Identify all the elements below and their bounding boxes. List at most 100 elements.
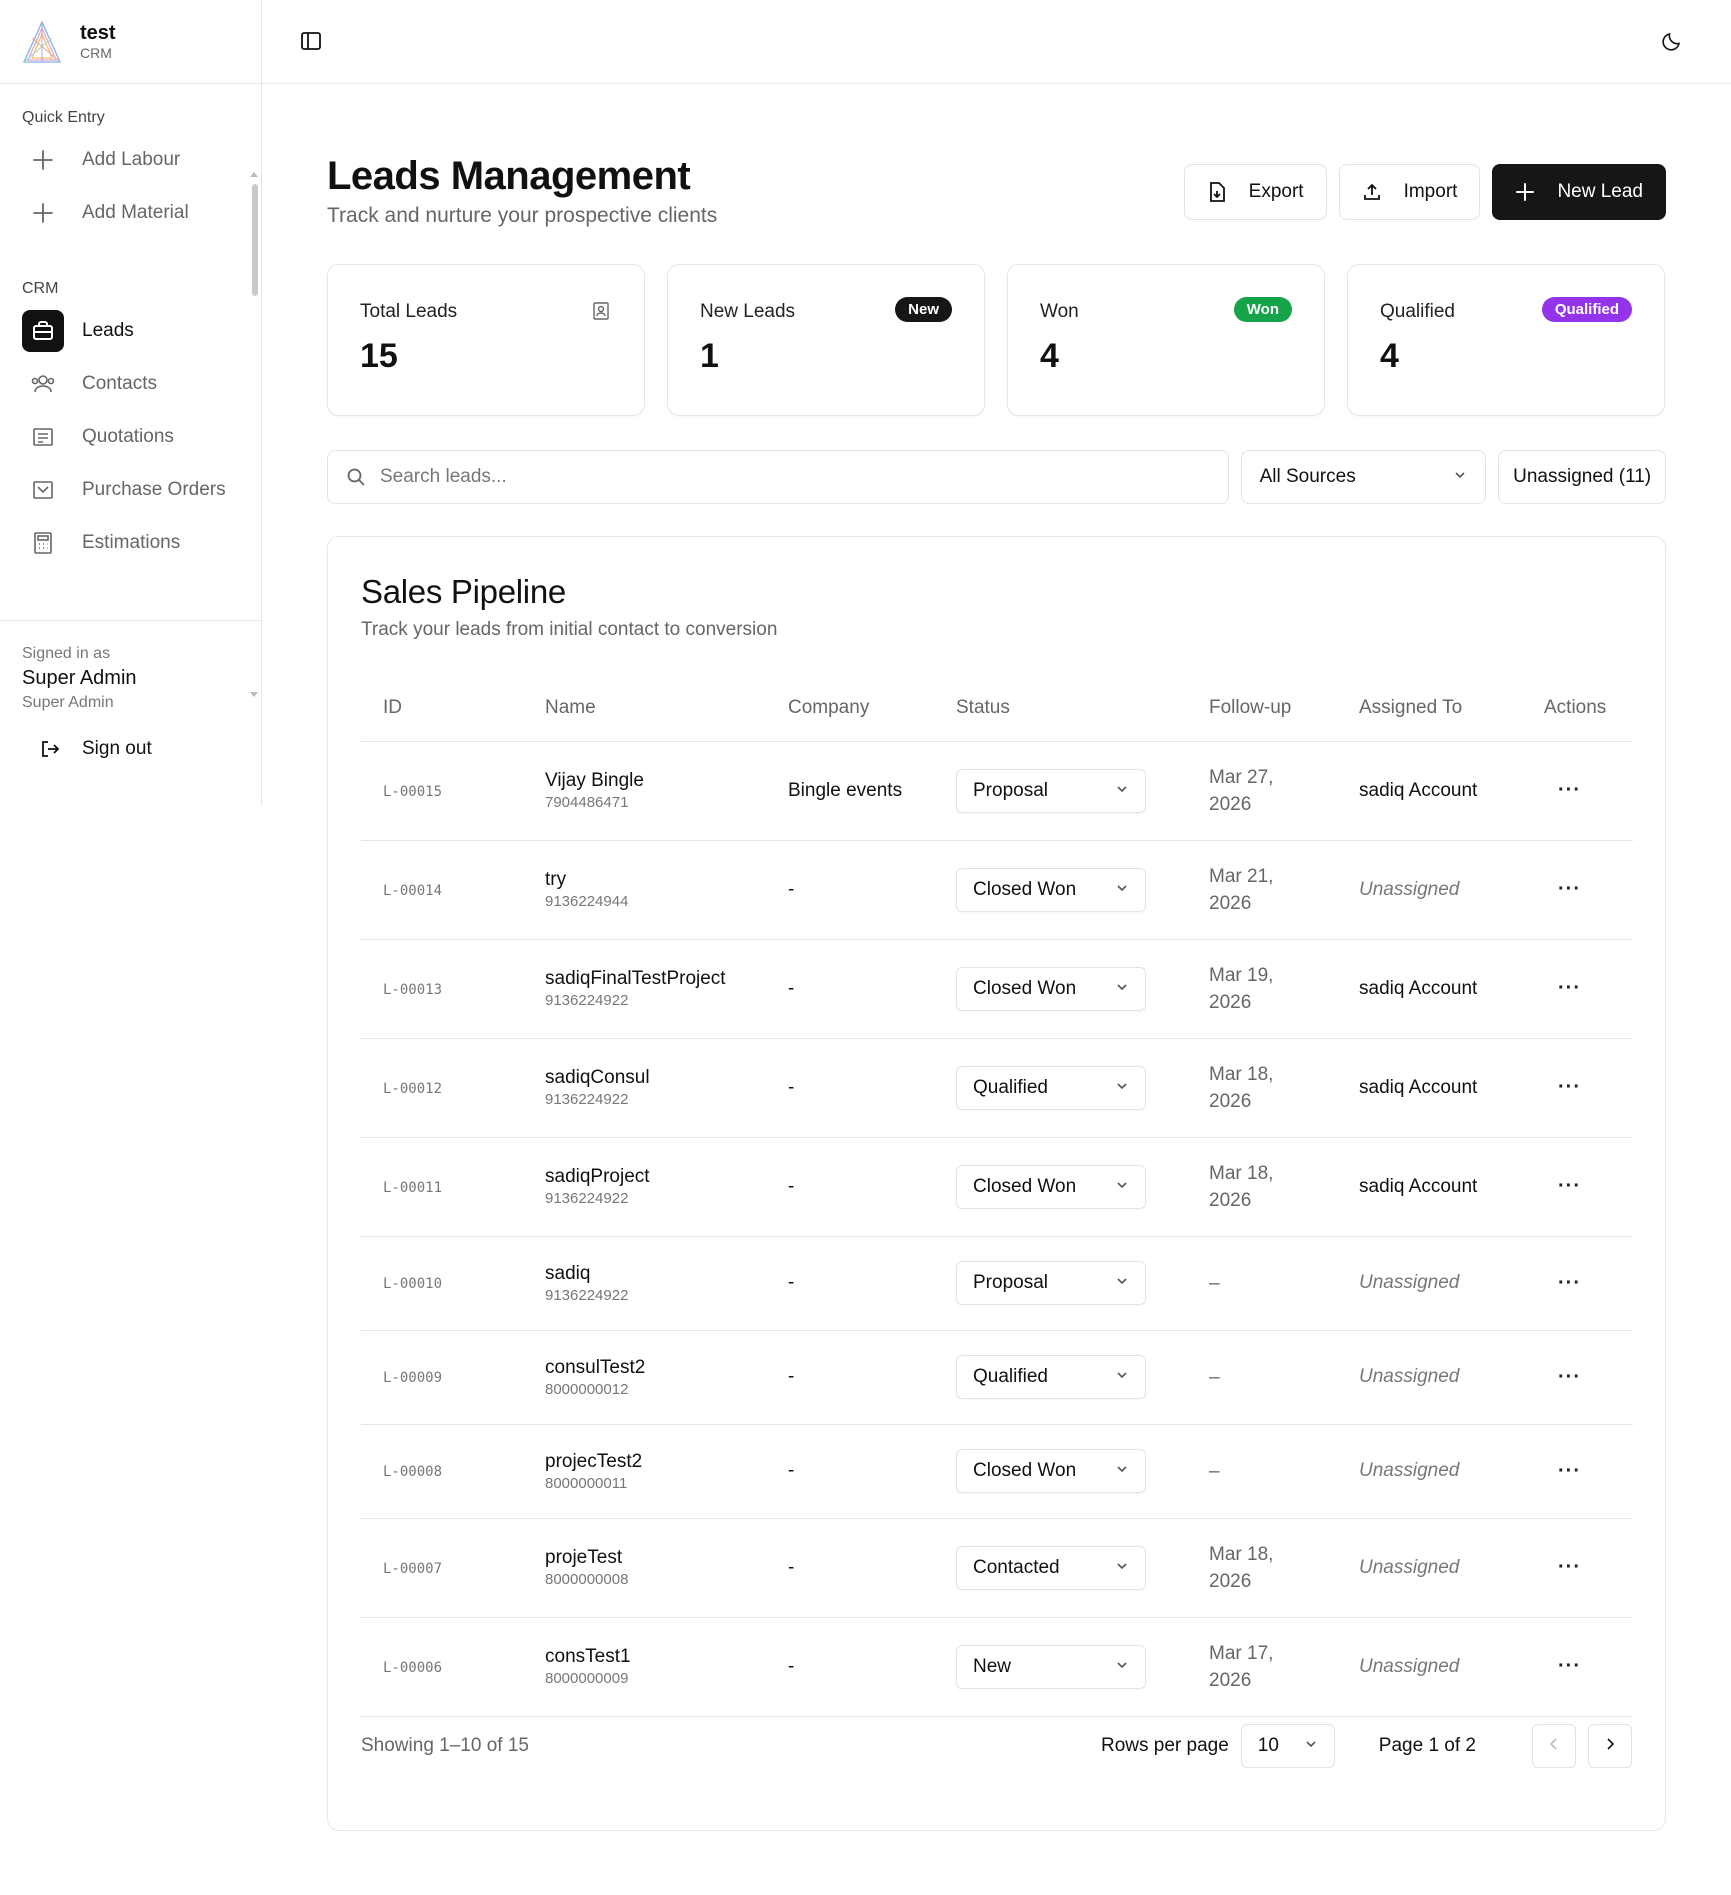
cell-assigned: sadiq Account [1337,741,1522,841]
previous-page-button[interactable] [1532,1724,1576,1768]
chevron-down-icon [1115,1272,1129,1294]
status-select[interactable]: Closed Won [956,1164,1146,1209]
next-page-button[interactable] [1588,1724,1632,1768]
status-badge: Qualified [1541,297,1632,322]
new-lead-button[interactable]: New Lead [1492,164,1666,220]
follow-up-date: Mar 18, 2026 [1209,1160,1337,1214]
status-select[interactable]: Closed Won [956,966,1146,1011]
more-actions-icon[interactable]: ··· [1544,1272,1581,1294]
source-select[interactable]: All Sources [1240,450,1487,504]
lead-name[interactable]: sadiqConsul [545,1067,766,1089]
lead-id: L-00006 [383,1659,443,1676]
column-header-follow-up[interactable]: Follow-up [1187,675,1337,742]
sidebar-item-leads[interactable]: Leads [22,308,246,354]
table-row[interactable]: L-00008 projecTest2 8000000011 - Closed Won –… [361,1424,1633,1519]
table-row[interactable]: L-00011 sadiqProject 9136224922 - Closed Won… [361,1137,1633,1237]
brand[interactable]: test CRM [0,0,261,84]
status-select[interactable]: Contacted [956,1545,1146,1590]
status-select[interactable]: Qualified [956,1065,1146,1110]
upload-icon [1362,182,1382,202]
follow-up-date: Mar 19, 2026 [1209,962,1337,1016]
column-header-id[interactable]: ID [361,675,523,742]
lead-phone: 9136224944 [545,893,629,910]
follow-up-line-2: 2026 [1209,793,1252,815]
status-badge: New [895,297,952,322]
sign-out-button[interactable]: Sign out [22,738,239,760]
table-row[interactable]: L-00009 consulTest2 8000000012 - Qualified – U… [361,1330,1633,1425]
sidebar-item-quotations[interactable]: Quotations [22,414,246,460]
table-row[interactable]: L-00013 sadiqFinalTestProject 9136224922 - C… [361,939,1633,1039]
rows-per-page-label: Rows per page [1101,1735,1229,1756]
unassigned-filter-button[interactable]: Unassigned (11) [1498,450,1666,504]
cell-assigned: Unassigned [1337,1330,1522,1425]
more-actions-icon[interactable]: ··· [1544,1366,1581,1388]
scroll-up-arrow[interactable] [250,172,258,177]
search-input[interactable] [380,466,1180,488]
sidebar-toggle-icon[interactable] [300,30,322,57]
chevron-left-icon [1547,1737,1561,1756]
brand-sub: CRM [80,44,112,61]
status-select[interactable]: New [956,1644,1146,1689]
lead-name[interactable]: sadiqProject [545,1166,766,1188]
more-actions-icon[interactable]: ··· [1544,1175,1581,1197]
more-actions-icon[interactable]: ··· [1544,779,1581,801]
more-actions-icon[interactable]: ··· [1544,1655,1581,1677]
lead-name[interactable]: sadiqFinalTestProject [545,968,766,990]
lead-name[interactable]: try [545,869,766,891]
table-row[interactable]: L-00007 projeTest 8000000008 - Contacted Mar … [361,1518,1633,1618]
cell-status: Closed Won [934,939,1187,1039]
status-value: Qualified [973,1366,1048,1387]
plus-icon [22,139,64,181]
column-header-company[interactable]: Company [766,675,934,742]
lead-name[interactable]: projeTest [545,1547,766,1569]
column-header-status[interactable]: Status [934,675,1187,742]
sidebar-item-add-labour[interactable]: Add Labour [22,137,246,183]
stat-value: 4 [1380,337,1399,375]
cell-assigned: sadiq Account [1337,939,1522,1039]
more-actions-icon[interactable]: ··· [1544,1556,1581,1578]
lead-company: - [788,1655,795,1677]
moon-icon[interactable] [1661,30,1683,57]
more-actions-icon[interactable]: ··· [1544,878,1581,900]
status-select[interactable]: Closed Won [956,1449,1146,1493]
sidebar-scrollbar[interactable] [252,184,258,296]
file-export-icon [1207,181,1227,203]
cell-status: Proposal [934,741,1187,841]
table-row[interactable]: L-00015 Vijay Bingle 7904486471 Bingle even… [361,741,1633,841]
sidebar-item-purchase-orders[interactable]: Purchase Orders [22,467,246,513]
status-select[interactable]: Qualified [956,1355,1146,1399]
filters-bar: All Sources Unassigned (11) [327,450,1666,504]
table-row[interactable]: L-00006 consTest1 8000000009 - New Mar 17, 202… [361,1617,1633,1717]
cell-id: L-00013 [361,939,523,1039]
lead-name[interactable]: consTest1 [545,1646,766,1668]
more-actions-icon[interactable]: ··· [1544,1076,1581,1098]
lead-id: L-00009 [383,1370,443,1386]
table-row[interactable]: L-00010 sadiq 9136224922 - Proposal – Unassign… [361,1236,1633,1331]
status-select[interactable]: Closed Won [956,867,1146,912]
sidebar-item-contacts[interactable]: Contacts [22,361,246,407]
column-header-name[interactable]: Name [523,675,766,742]
lead-id: L-00014 [383,882,443,899]
import-button[interactable]: Import [1338,164,1481,220]
sidebar-item-add-material[interactable]: Add Material [22,190,246,236]
status-select[interactable]: Proposal [956,1261,1146,1305]
search-box[interactable] [327,450,1229,504]
column-header-assigned-to[interactable]: Assigned To [1337,675,1522,742]
status-select[interactable]: Proposal [956,768,1146,813]
rows-per-page-select[interactable]: 10 [1240,1724,1335,1768]
cell-actions: ··· [1522,1617,1633,1717]
more-actions-icon[interactable]: ··· [1544,977,1581,999]
lead-name[interactable]: Vijay Bingle [545,770,766,792]
user-name: Super Admin [22,667,137,689]
lead-name[interactable]: consulTest2 [545,1357,766,1379]
cell-company: - [766,840,934,940]
leads-table: ID Name Company Status Follow-up Assigne… [361,675,1633,1717]
more-actions-icon[interactable]: ··· [1544,1460,1581,1482]
lead-name[interactable]: sadiq [545,1263,766,1285]
table-row[interactable]: L-00012 sadiqConsul 9136224922 - Qualified Ma… [361,1038,1633,1138]
table-row[interactable]: L-00014 try 9136224944 - Closed Won Mar 21, 20… [361,840,1633,940]
cell-name: projeTest 8000000008 [523,1518,766,1618]
export-button[interactable]: Export [1183,164,1327,220]
sidebar-item-estimations[interactable]: Estimations [22,520,246,566]
lead-name[interactable]: projecTest2 [545,1451,766,1473]
